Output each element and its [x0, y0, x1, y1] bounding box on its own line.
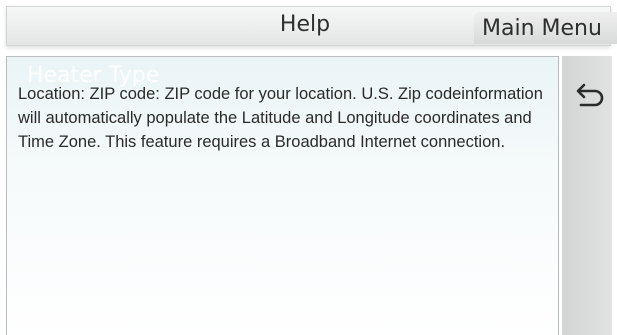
- undo-arrow-icon: [576, 83, 604, 107]
- help-screen: Help Main Menu Heater Type Location: ZIP…: [0, 0, 617, 335]
- help-text: Location: ZIP code: ZIP code for your lo…: [18, 85, 543, 151]
- help-content-panel: Heater Type Location: ZIP code: ZIP code…: [6, 56, 559, 335]
- back-button[interactable]: [575, 78, 607, 110]
- main-menu-button[interactable]: Main Menu: [474, 12, 617, 44]
